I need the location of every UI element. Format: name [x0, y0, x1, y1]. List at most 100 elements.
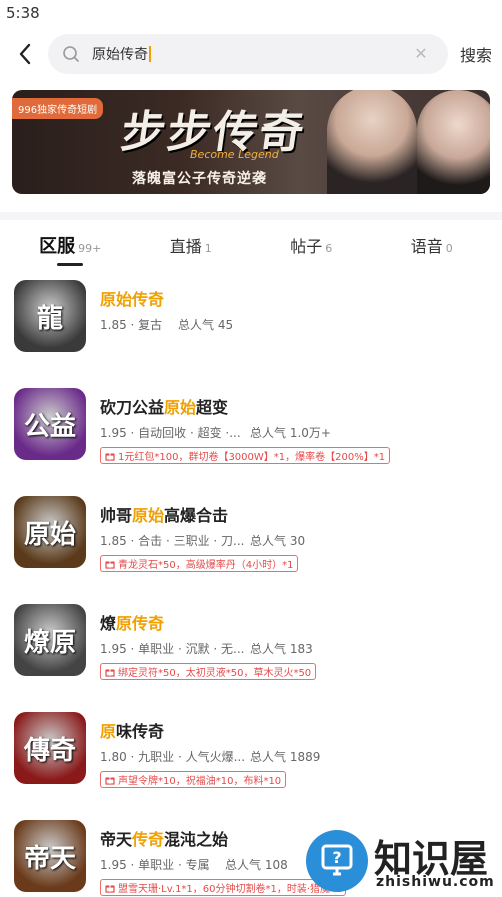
game-info: 燎原传奇 1.95 · 单职业 · 沉默 · 无... 总人气 183 绑定灵符*50… — [100, 604, 488, 708]
gift-text: 绑定灵符*50，太初灵液*50，草木灵火*50 — [118, 668, 312, 679]
game-popularity: 总人气 1889 — [250, 750, 321, 764]
title-highlight: 传奇 — [132, 830, 165, 849]
search-icon — [63, 46, 79, 62]
section-divider — [0, 212, 502, 220]
thumbnail-text: 公益 — [23, 411, 76, 442]
search-bar: 原始传奇 ✕ 搜索 — [0, 26, 502, 82]
title-text: 砍刀公益 — [100, 398, 165, 417]
thumbnail-text: 龍 — [36, 303, 63, 334]
game-tags: 1.85 · 合击 · 三职业 · 刀... — [100, 534, 245, 548]
thumbnail-text: 傳奇 — [23, 735, 76, 766]
game-popularity: 总人气 183 — [250, 642, 313, 656]
title-text: 帝天 — [100, 830, 133, 849]
title-text: 帅哥 — [100, 506, 133, 525]
gift-icon — [105, 669, 115, 677]
game-meta: 1.80 · 九职业 · 人气火爆... 总人气 1889 — [100, 748, 488, 765]
gift-text: 1元红包*100，群切卷【3000W】*1，爆率卷【200%】*1 — [118, 452, 386, 463]
game-info: 原味传奇 1.80 · 九职业 · 人气火爆... 总人气 1889 声望令牌*10，… — [100, 712, 488, 816]
status-bar: 5:38 — [0, 0, 502, 26]
clear-icon[interactable]: ✕ — [412, 45, 430, 63]
tab-label: 语音 — [410, 237, 443, 256]
gift-badge: 绑定灵符*50，太初灵液*50，草木灵火*50 — [100, 663, 317, 680]
tab-posts[interactable]: 帖子 6 — [251, 220, 372, 276]
gift-badge: 青龙灵石*50，高级爆率丹（4小时）*1 — [100, 555, 299, 572]
gift-text: 青龙灵石*50，高级爆率丹（4小时）*1 — [118, 560, 294, 571]
game-thumbnail[interactable]: 原始 — [14, 496, 86, 568]
game-meta: 1.85 · 合击 · 三职业 · 刀... 总人气 30 — [100, 532, 488, 549]
title-highlight: 原传奇 — [116, 614, 165, 633]
thumbnail-text: 原始 — [23, 519, 76, 550]
game-thumbnail[interactable]: 龍 — [14, 280, 86, 352]
title-highlight: 原始 — [132, 506, 165, 525]
game-info: 帅哥原始高爆合击 1.85 · 合击 · 三职业 · 刀... 总人气 30 青龙灵石… — [100, 496, 488, 600]
game-thumbnail[interactable]: 燎原 — [14, 604, 86, 676]
list-item[interactable]: 公益 砍刀公益原始超变 1.95 · 自动回收 · 超变 ·... 总人气 1.0万+… — [14, 384, 488, 492]
banner-tag: 996独家传奇短剧 — [12, 98, 104, 119]
game-meta: 1.85 · 复古 总人气 45 — [100, 316, 488, 333]
promo-banner[interactable]: 996独家传奇短剧 步步传奇 Become Legend 落魄富公子传奇逆袭 — [12, 90, 490, 194]
watermark: ? 知识屋 zhishiwu.com — [302, 826, 502, 897]
tab-bar: 区服 99+ 直播 1 帖子 6 语音 0 — [0, 220, 502, 276]
search-button[interactable]: 搜索 — [460, 42, 492, 66]
title-text: 燎 — [100, 614, 117, 633]
game-title[interactable]: 帅哥原始高爆合击 — [100, 502, 488, 525]
game-title[interactable]: 砍刀公益原始超变 — [100, 394, 488, 417]
banner-english-title: Become Legend — [190, 148, 279, 161]
tab-servers[interactable]: 区服 99+ — [10, 220, 131, 276]
game-title[interactable]: 燎原传奇 — [100, 610, 488, 633]
game-popularity: 总人气 30 — [250, 534, 306, 548]
gift-text: 声望令牌*10，祝福油*10，布料*10 — [118, 776, 282, 787]
list-item[interactable]: 傳奇 原味传奇 1.80 · 九职业 · 人气火爆... 总人气 1889 声望令牌*1… — [14, 708, 488, 816]
game-title[interactable]: 原始传奇 — [100, 286, 488, 309]
gift-icon — [105, 561, 115, 569]
title-text: 混沌之始 — [164, 830, 229, 849]
text-caret — [149, 46, 151, 62]
game-tags: 1.95 · 自动回收 · 超变 ·... — [100, 426, 241, 440]
search-value: 原始传奇 — [92, 47, 148, 63]
game-popularity: 总人气 45 — [178, 318, 234, 332]
svg-text:?: ? — [332, 848, 341, 867]
back-button[interactable] — [12, 41, 38, 67]
game-popularity: 总人气 108 — [225, 858, 288, 872]
gift-badge: 声望令牌*10，祝福油*10，布料*10 — [100, 771, 287, 788]
tab-count: 1 — [204, 242, 212, 255]
title-text: 高爆合击 — [164, 506, 229, 525]
search-input[interactable]: 原始传奇 ✕ — [48, 34, 448, 74]
tab-count: 99+ — [78, 242, 102, 255]
title-text: 超变 — [196, 398, 229, 417]
game-info: 砍刀公益原始超变 1.95 · 自动回收 · 超变 ·... 总人气 1.0万+ 1元… — [100, 388, 488, 492]
tab-voice[interactable]: 语音 0 — [372, 220, 493, 276]
game-thumbnail[interactable]: 傳奇 — [14, 712, 86, 784]
game-meta: 1.95 · 自动回收 · 超变 ·... 总人气 1.0万+ — [100, 424, 488, 441]
game-tags: 1.95 · 单职业 · 沉默 · 无... — [100, 642, 245, 656]
status-time: 5:38 — [6, 4, 40, 22]
thumbnail-text: 燎原 — [23, 627, 76, 658]
banner-actress-image — [417, 90, 490, 194]
banner-actor-image — [327, 90, 417, 194]
list-item[interactable]: 龍 原始传奇 1.85 · 复古 总人气 45 — [14, 276, 488, 384]
tab-count: 0 — [445, 242, 453, 255]
game-title[interactable]: 原味传奇 — [100, 718, 488, 741]
watermark-url: zhishiwu.com — [376, 874, 495, 890]
title-highlight: 原始 — [164, 398, 197, 417]
game-thumbnail[interactable]: 帝天 — [14, 820, 86, 892]
gift-icon — [105, 885, 115, 893]
tab-label: 区服 — [39, 236, 76, 257]
game-info: 原始传奇 1.85 · 复古 总人气 45 — [100, 280, 488, 384]
gift-icon — [105, 777, 115, 785]
list-item[interactable]: 燎原 燎原传奇 1.95 · 单职业 · 沉默 · 无... 总人气 183 绑定灵符*… — [14, 600, 488, 708]
banner-subtitle: 落魄富公子传奇逆袭 — [132, 171, 267, 187]
thumbnail-text: 帝天 — [23, 843, 76, 874]
watermark-logo-icon: ? — [306, 830, 368, 892]
tab-live[interactable]: 直播 1 — [131, 220, 252, 276]
game-tags: 1.95 · 单职业 · 专属 — [100, 858, 210, 872]
game-thumbnail[interactable]: 公益 — [14, 388, 86, 460]
gift-badge: 1元红包*100，群切卷【3000W】*1，爆率卷【200%】*1 — [100, 447, 391, 464]
back-arrow-icon — [19, 43, 31, 65]
game-meta: 1.95 · 单职业 · 沉默 · 无... 总人气 183 — [100, 640, 488, 657]
game-tags: 1.80 · 九职业 · 人气火爆... — [100, 750, 246, 764]
list-item[interactable]: 原始 帅哥原始高爆合击 1.85 · 合击 · 三职业 · 刀... 总人气 30 青龙… — [14, 492, 488, 600]
tab-label: 帖子 — [290, 237, 323, 256]
gift-icon — [105, 453, 115, 461]
game-list: 龍原始传奇 1.85 · 复古 总人气 45 公益 砍刀公益原始超变 1.95 · 自动回… — [0, 276, 502, 897]
